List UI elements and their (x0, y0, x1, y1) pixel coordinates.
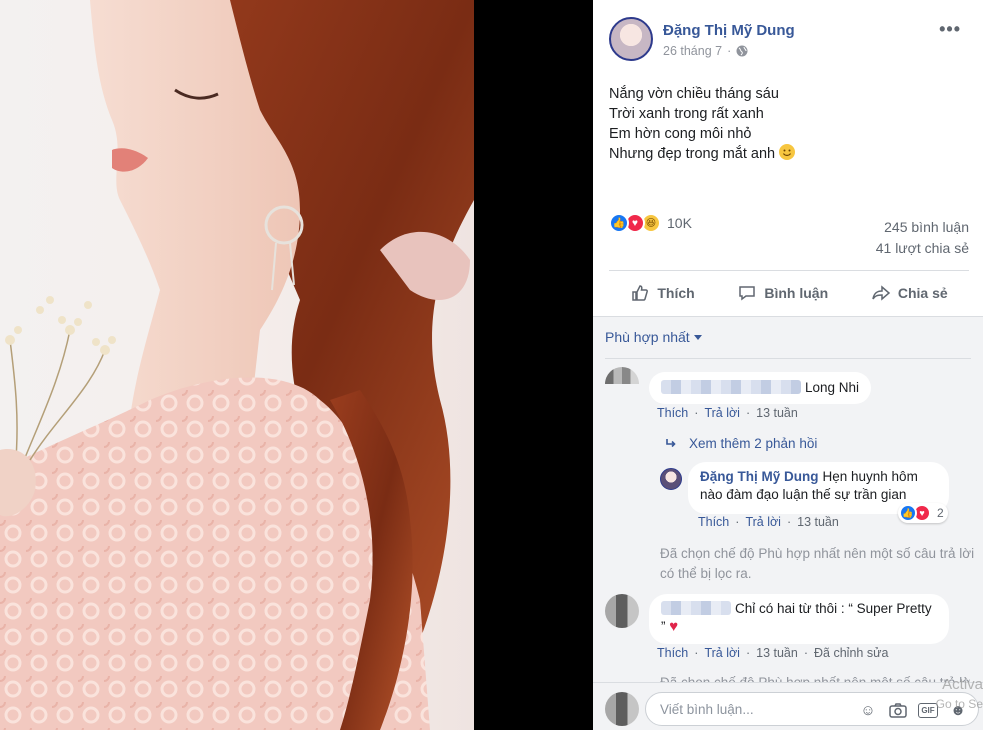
reply-author[interactable]: Đặng Thị Mỹ Dung (700, 469, 819, 484)
comment-item: Chỉ có hai từ thôi : “ Super Pretty ” ♥ … (605, 594, 975, 674)
comment-item: Long Nhi Thích · Trả lời · 13 tuần (605, 367, 975, 467)
emoji-icon[interactable]: ☺ (858, 700, 878, 720)
reply-reactions[interactable]: 👍 ♥ 2 (898, 503, 948, 523)
comment-placeholder: Viết bình luận... (660, 702, 754, 717)
comment-bubble: Chỉ có hai từ thôi : “ Super Pretty ” ♥ (649, 594, 949, 644)
shares-count[interactable]: 41 lượt chia sẻ (876, 240, 969, 256)
post-line-last: Nhưng đẹp trong mắt anh (609, 144, 796, 164)
filter-note: Đã chọn chế độ Phù hợp nhất nên một số c… (660, 546, 975, 581)
commenter-avatar[interactable] (605, 594, 639, 628)
author-avatar[interactable] (609, 17, 653, 61)
comment-input[interactable]: Viết bình luận... ☺ GIF ☻ (645, 692, 979, 726)
divider (605, 358, 971, 359)
reaction-summary[interactable]: 👍 ♥ 😆 10K (609, 213, 692, 233)
post-actions: Thích Bình luận Chia sẻ (609, 272, 969, 314)
dot-separator: · (694, 646, 699, 660)
dot-separator: · (727, 44, 732, 58)
like-reaction-icon: 👍 (899, 504, 917, 522)
post-line: Em hờn cong môi nhỏ (609, 126, 752, 142)
post-panel: Đặng Thị Mỹ Dung 26 tháng 7 · ••• Nắng v… (593, 0, 983, 730)
like-button[interactable]: Thích (630, 283, 695, 303)
like-label: Thích (657, 285, 695, 301)
dot-separator: · (735, 515, 740, 529)
dot-separator: · (745, 406, 751, 420)
comment-bubble: Long Nhi (649, 372, 872, 404)
comment-like-link[interactable]: Thích (657, 406, 688, 420)
comment-button[interactable]: Bình luận (737, 283, 828, 303)
like-icon (632, 285, 649, 301)
comment-time[interactable]: 13 tuần (756, 406, 798, 420)
caret-down-icon (693, 334, 702, 340)
post-date[interactable]: 26 tháng 7 (663, 44, 722, 58)
comments-count[interactable]: 245 bình luận (884, 219, 969, 235)
filter-label: Phù hợp nhất (605, 329, 690, 345)
comment-actions: Thích · Trả lời · 13 tuần · Đã chỉnh sửa (657, 646, 888, 660)
reply-reaction-count: 2 (937, 506, 944, 520)
post-line: Nhưng đẹp trong mắt anh (609, 146, 776, 162)
photo-illustration (0, 0, 474, 730)
share-label: Chia sẻ (897, 285, 948, 301)
comment-actions: Thích · Trả lời · 13 tuần (657, 406, 798, 420)
post-photo[interactable] (0, 0, 474, 730)
watermark-text: Activa (942, 676, 983, 693)
more-icon[interactable]: ••• (939, 19, 961, 40)
post-meta: 26 tháng 7 · (663, 44, 748, 58)
comment-label: Bình luận (764, 285, 829, 301)
post-line: Nắng vờn chiều tháng sáu (609, 86, 779, 102)
dot-separator: · (803, 646, 809, 660)
post-line: Trời xanh trong rất xanh (609, 106, 764, 122)
reply-like-link[interactable]: Thích (698, 515, 729, 529)
current-user-avatar (605, 692, 639, 726)
reply-avatar[interactable] (660, 468, 682, 490)
divider (609, 270, 969, 271)
write-comment-bar: Viết bình luận... ☺ GIF ☻ (593, 682, 983, 730)
post-header: Đặng Thị Mỹ Dung 26 tháng 7 · ••• (609, 17, 969, 65)
comment-reply-link[interactable]: Trả lời (704, 646, 740, 660)
reply-actions: Thích · Trả lời · 13 tuần (698, 515, 839, 529)
blurred-name (661, 601, 731, 615)
globe-icon (736, 45, 748, 57)
reply-arrow-icon (666, 438, 676, 447)
comment-filter-dropdown[interactable]: Phù hợp nhất (605, 329, 702, 345)
post-text: Nắng vờn chiều tháng sáu Trời xanh trong… (609, 84, 796, 164)
view-more-replies[interactable]: Xem thêm 2 phản hồi (665, 436, 817, 451)
dot-separator: · (694, 406, 699, 420)
share-button[interactable]: Chia sẻ (871, 283, 948, 303)
photo-viewer: Đặng Thị Mỹ Dung 26 tháng 7 · ••• Nắng v… (0, 0, 983, 730)
camera-icon[interactable] (888, 700, 908, 720)
dot-separator: · (745, 646, 751, 660)
comment-time[interactable]: 13 tuần (756, 646, 798, 660)
comment-like-link[interactable]: Thích (657, 646, 688, 660)
mentioned-name[interactable]: Long Nhi (805, 380, 859, 395)
comments-section: Phù hợp nhất Long Nhi Thích · Trả lời · … (593, 316, 983, 730)
share-icon (872, 285, 890, 301)
commenter-avatar[interactable] (605, 367, 639, 401)
watermark-text: Go to Se (935, 697, 983, 711)
reaction-count: 10K (667, 215, 692, 231)
edited-label[interactable]: Đã chỉnh sửa (814, 646, 888, 660)
reply-reply-link[interactable]: Trả lời (745, 515, 781, 529)
dot-separator: · (786, 515, 792, 529)
comment-icon (739, 286, 756, 301)
author-name[interactable]: Đặng Thị Mỹ Dung (663, 22, 795, 39)
reply-time[interactable]: 13 tuần (797, 515, 839, 529)
comment-reply-link[interactable]: Trả lời (704, 406, 740, 420)
reply-item: Đặng Thị Mỹ Dung Hẹn huynh hôm nào đàm đạ… (660, 462, 970, 532)
smile-emoji-icon (779, 144, 796, 160)
heart-emoji-icon: ♥ (669, 618, 679, 635)
blurred-name (661, 380, 801, 394)
view-more-replies-label: Xem thêm 2 phản hồi (689, 436, 818, 451)
like-reaction-icon: 👍 (609, 213, 629, 233)
viewer-gap (474, 0, 593, 730)
